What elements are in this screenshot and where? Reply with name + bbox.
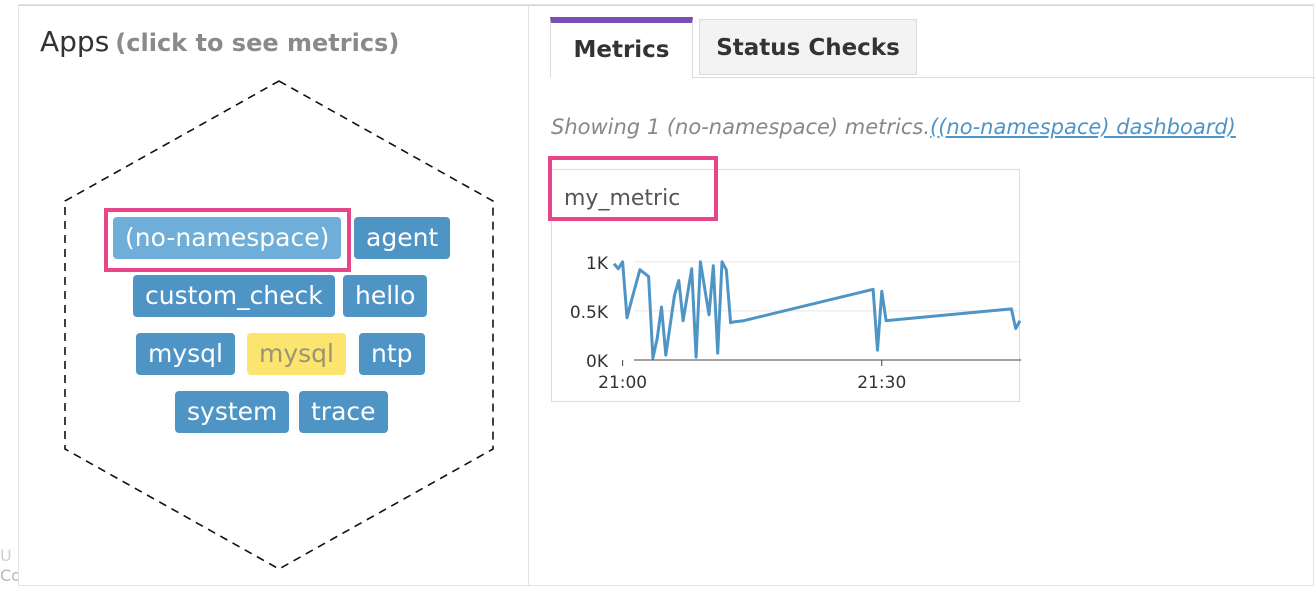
app-tag-label: trace [311, 397, 376, 426]
app-tag-trace[interactable]: trace [299, 391, 388, 433]
chart-y-tick-label: 1K [586, 254, 609, 274]
panel-divider [528, 5, 529, 585]
metrics-summary: Showing 1 (no-namespace) metrics.((no-na… [551, 115, 1236, 139]
app-tag-label: hello [355, 281, 416, 310]
apps-hexagon-outline [64, 80, 494, 570]
chart-y-tick-label: 0K [586, 352, 609, 372]
apps-title: Apps [40, 25, 110, 58]
metrics-count-text: Showing 1 (no-namespace) metrics. [551, 115, 931, 139]
apps-hint: (click to see metrics) [115, 29, 400, 57]
tab-metrics[interactable]: Metrics [550, 17, 693, 78]
metric-card[interactable]: my_metric 0K 0.5K 1K 21:00 21:30 [551, 169, 1021, 402]
dashboard-link[interactable]: ((no-namespace) dashboard) [930, 115, 1236, 139]
app-tag-label: mysql [259, 339, 334, 368]
chart-x-tick-label: 21:00 [598, 373, 647, 393]
app-metrics-panel: Apps (click to see metrics) (no-namespace… [18, 4, 1315, 586]
app-tag-hello[interactable]: hello [343, 275, 428, 317]
panel-top-border [19, 5, 1313, 6]
app-tag-label: mysql [148, 339, 223, 368]
app-tag-custom-check[interactable]: custom_check [133, 275, 335, 317]
app-tag-label: system [187, 397, 278, 426]
apps-heading: Apps (click to see metrics) [40, 25, 399, 58]
app-tag-system[interactable]: system [175, 391, 290, 433]
chart-series-line [612, 260, 1021, 360]
app-tag-agent[interactable]: agent [354, 217, 451, 259]
app-tag-label: ntp [371, 339, 413, 368]
app-tag-mysql[interactable]: mysql [136, 333, 235, 375]
app-tag-mysql-warning[interactable]: mysql [247, 333, 346, 375]
metric-line-chart: 0K 0.5K 1K 21:00 21:30 [570, 254, 1021, 393]
app-tag-ntp[interactable]: ntp [359, 333, 425, 375]
chart-x-tick-label: 21:30 [857, 373, 906, 393]
tab-status-checks[interactable]: Status Checks [699, 19, 917, 75]
app-tag-no-namespace[interactable]: (no-namespace) [113, 217, 342, 259]
app-tag-label: agent [366, 223, 439, 252]
app-tag-label: (no-namespace) [125, 223, 330, 252]
chart-y-tick-label: 0.5K [570, 303, 609, 323]
app-tag-label: custom_check [145, 281, 323, 310]
footer-partial-top: U [0, 546, 12, 565]
